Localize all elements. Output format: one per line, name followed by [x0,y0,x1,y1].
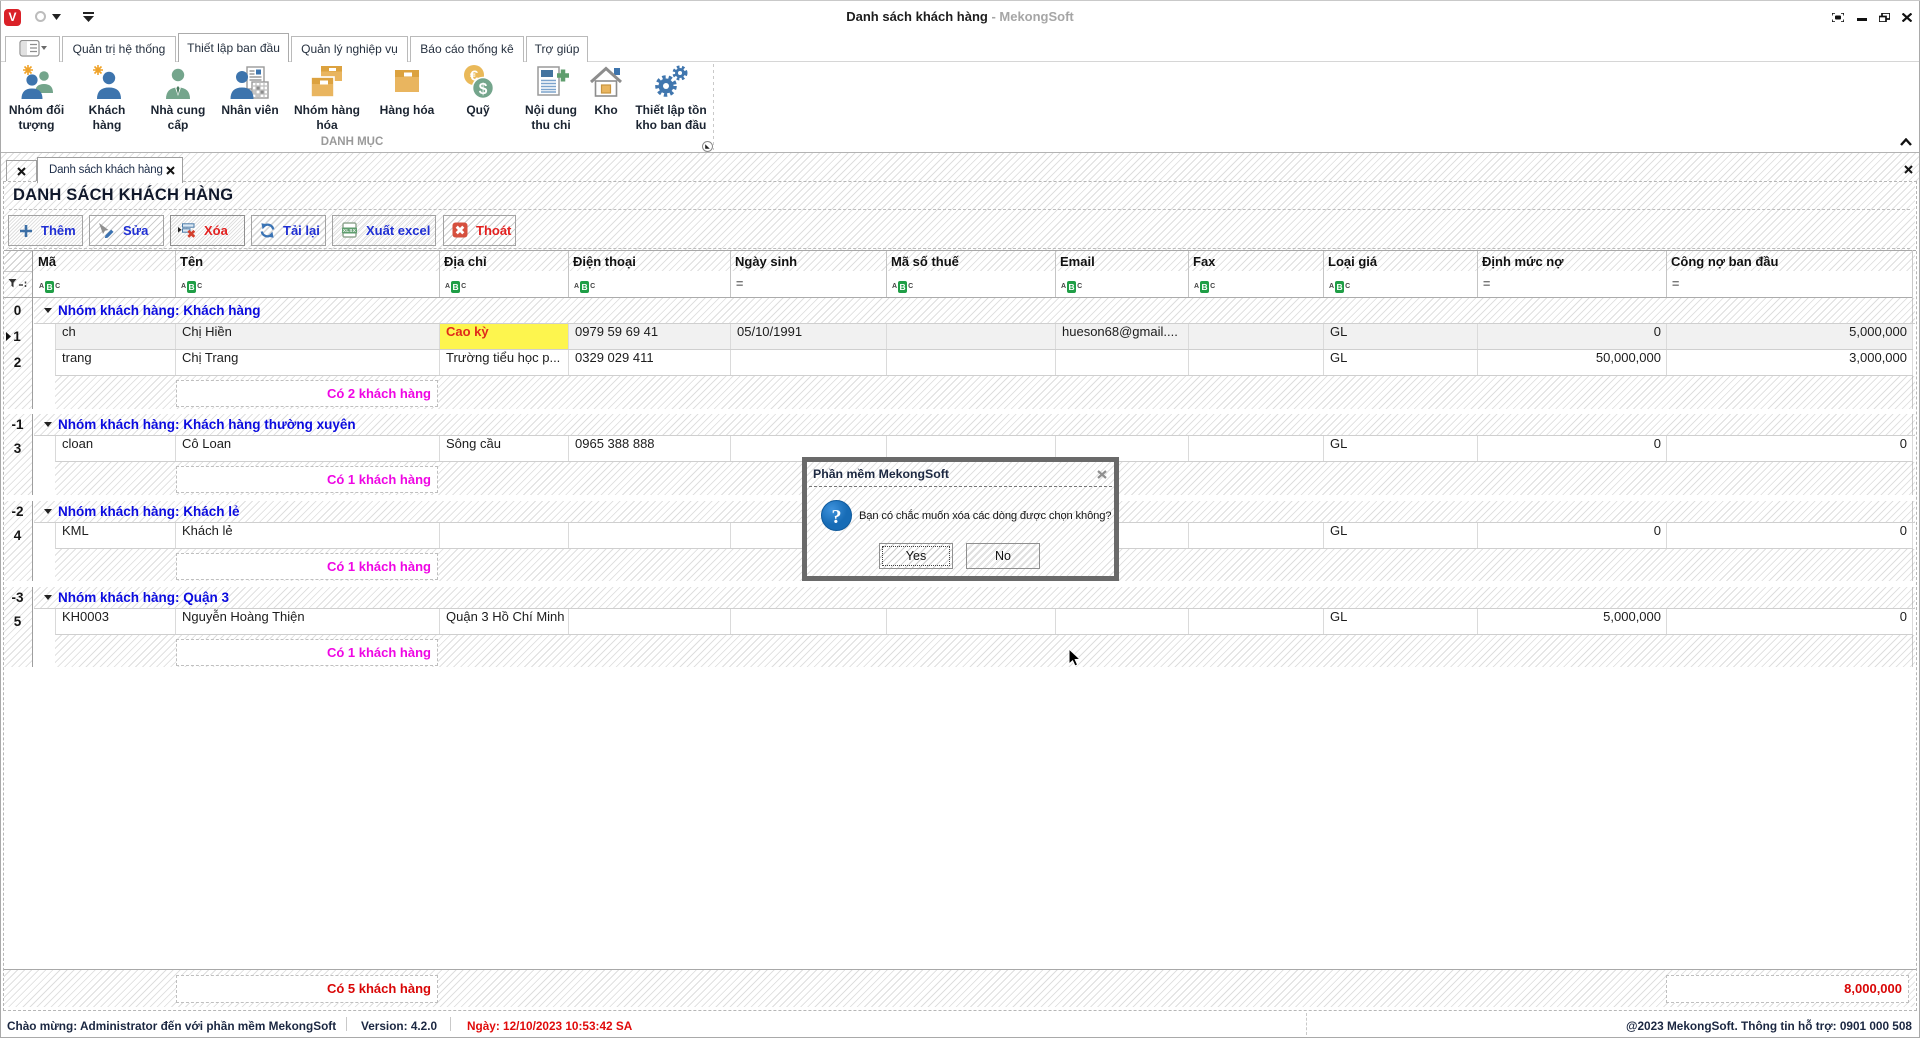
svg-text:$: $ [479,81,488,98]
svg-text:?: ? [832,506,842,528]
svg-text:XLSX: XLSX [343,228,357,233]
